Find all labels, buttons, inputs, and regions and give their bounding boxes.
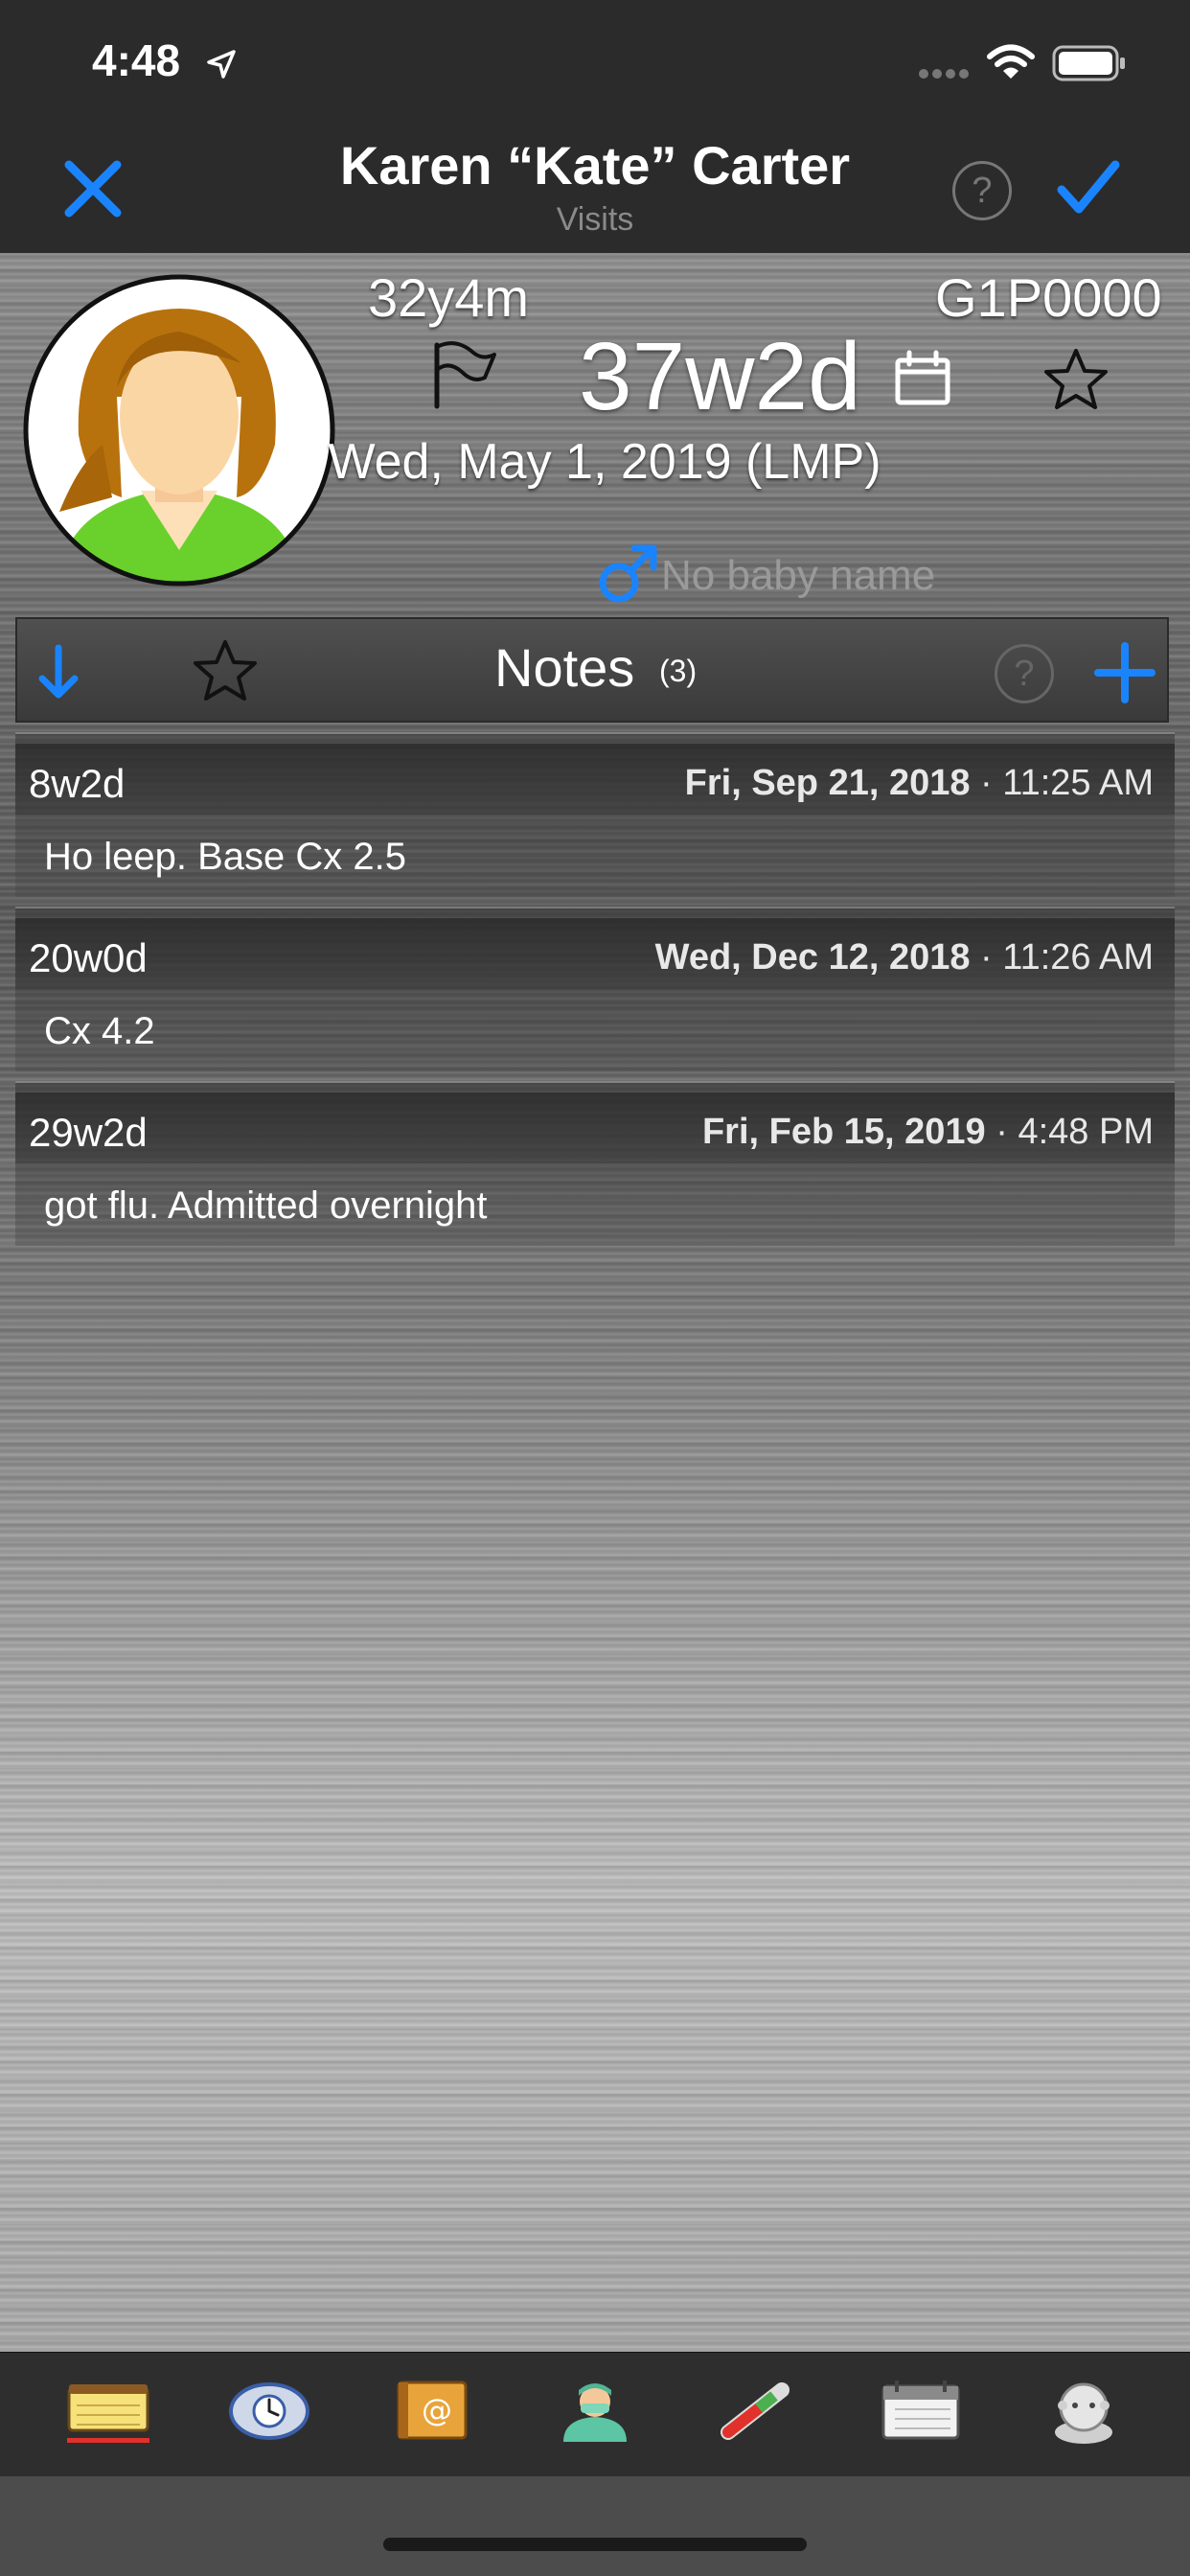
test-tube-icon [721,2382,790,2440]
patient-age: 32y4m [368,267,530,328]
tab-labs[interactable] [715,2377,801,2444]
patient-avatar[interactable] [21,272,337,588]
note-gestational-age: 20w0d [29,935,148,980]
address-book-icon: @ [397,2380,468,2440]
tab-notes[interactable] [65,2377,151,2444]
help-button[interactable]: ? [952,161,1012,220]
note-datetime: Wed, Dec 12, 2018 · 11:26 AM [654,937,1154,978]
battery-icon [1052,45,1125,81]
note-datetime: Fri, Sep 21, 2018 · 11:25 AM [684,763,1154,803]
favorite-star-icon[interactable] [1042,347,1110,412]
note-text: Cx 4.2 [44,1010,155,1052]
note-text: Ho leep. Base Cx 2.5 [44,836,406,878]
calendar-icon [881,2380,960,2440]
home-indicator-area [0,2476,1190,2576]
tab-timeline[interactable] [226,2377,312,2444]
doctor-icon [563,2383,627,2442]
status-time: 4:48 [92,35,181,85]
note-text: got flu. Admitted overnight [44,1184,488,1227]
notes-title: Notes [494,637,635,698]
svg-text:@: @ [422,2392,452,2428]
page-subtitle: Visits [556,201,634,238]
add-note-button[interactable] [1094,642,1156,703]
male-symbol-icon[interactable] [596,542,659,606]
calendar-small-icon[interactable] [893,349,952,408]
tab-calendar[interactable] [878,2377,964,2444]
notes-count: (3) [659,654,698,688]
note-item[interactable]: 8w2d Fri, Sep 21, 2018 · 11:25 AM Ho lee… [15,732,1175,897]
baby-name[interactable]: No baby name [661,552,935,600]
notepad-icon [67,2384,149,2432]
notes-help-button[interactable]: ? [995,644,1054,703]
note-item[interactable]: 20w0d Wed, Dec 12, 2018 · 11:26 AM Cx 4.… [15,907,1175,1071]
note-header: 29w2d Fri, Feb 15, 2019 · 4:48 PM [15,1092,1175,1163]
clock-globe-icon [229,2382,309,2440]
cellular-signal-icon [919,69,969,79]
note-gestational-age: 8w2d [29,761,126,806]
baby-icon [1055,2382,1112,2444]
home-indicator[interactable] [383,2538,807,2551]
tab-providers[interactable] [552,2377,638,2444]
tab-baby[interactable] [1041,2377,1127,2444]
note-gestational-age: 29w2d [29,1110,148,1155]
done-checkmark-button[interactable] [1056,159,1121,217]
gestational-age: 37w2d [579,323,861,430]
sort-down-arrow-icon[interactable] [36,644,80,700]
wifi-icon [987,44,1035,79]
notes-star-icon[interactable] [192,638,259,703]
flag-icon[interactable] [427,339,500,412]
note-header: 8w2d Fri, Sep 21, 2018 · 11:25 AM [15,744,1175,815]
tab-contacts[interactable]: @ [389,2377,475,2444]
lmp-date[interactable]: Wed, May 1, 2019 (LMP) [0,433,1190,491]
note-item[interactable]: 29w2d Fri, Feb 15, 2019 · 4:48 PM got fl… [15,1081,1175,1246]
note-header: 20w0d Wed, Dec 12, 2018 · 11:26 AM [15,918,1175,989]
note-datetime: Fri, Feb 15, 2019 · 4:48 PM [701,1112,1154,1152]
gravida-para: G1P0000 [935,267,1162,328]
location-arrow-icon [207,50,236,79]
